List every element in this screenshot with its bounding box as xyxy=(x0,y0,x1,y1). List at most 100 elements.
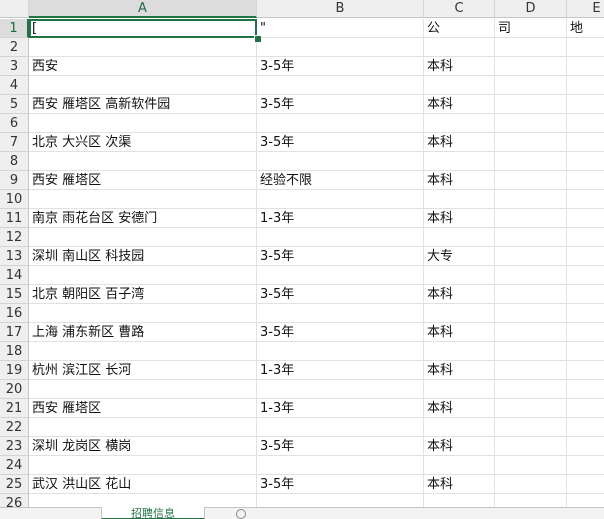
cell-e[interactable] xyxy=(567,342,604,361)
cell-b[interactable] xyxy=(257,190,424,209)
cell-e[interactable] xyxy=(567,247,604,266)
row-header[interactable]: 3 xyxy=(0,57,29,76)
cell-c[interactable] xyxy=(424,76,495,95)
cell-b[interactable]: 1-3年 xyxy=(257,209,424,228)
column-header-c[interactable]: C xyxy=(424,0,495,18)
row-header[interactable]: 16 xyxy=(0,304,29,323)
cell-e[interactable] xyxy=(567,114,604,133)
row-header[interactable]: 10 xyxy=(0,190,29,209)
cell-a[interactable] xyxy=(29,190,257,209)
row-header[interactable]: 9 xyxy=(0,171,29,190)
cell-c[interactable] xyxy=(424,418,495,437)
cell-d[interactable] xyxy=(495,38,567,57)
cell-c[interactable]: 公 xyxy=(424,19,495,38)
cell-b[interactable] xyxy=(257,266,424,285)
cell-b[interactable]: 1-3年 xyxy=(257,399,424,418)
row-header[interactable]: 20 xyxy=(0,380,29,399)
cell-c[interactable] xyxy=(424,266,495,285)
cell-e[interactable] xyxy=(567,95,604,114)
cell-e[interactable] xyxy=(567,418,604,437)
row-header[interactable]: 12 xyxy=(0,228,29,247)
cell-e[interactable]: 地 xyxy=(567,19,604,38)
row-header[interactable]: 2 xyxy=(0,38,29,57)
row-header[interactable]: 11 xyxy=(0,209,29,228)
cell-b[interactable]: 3-5年 xyxy=(257,95,424,114)
cell-e[interactable] xyxy=(567,304,604,323)
cell-c[interactable] xyxy=(424,304,495,323)
cell-d[interactable] xyxy=(495,285,567,304)
cell-d[interactable] xyxy=(495,456,567,475)
cell-d[interactable] xyxy=(495,114,567,133)
cell-b[interactable] xyxy=(257,152,424,171)
cell-a[interactable]: 南京 雨花台区 安德门 xyxy=(29,209,257,228)
cell-a[interactable]: 西安 xyxy=(29,57,257,76)
row-header[interactable]: 8 xyxy=(0,152,29,171)
cell-d[interactable]: 司 xyxy=(495,19,567,38)
row-header[interactable]: 5 xyxy=(0,95,29,114)
cell-e[interactable] xyxy=(567,361,604,380)
cell-a[interactable] xyxy=(29,114,257,133)
row-header[interactable]: 21 xyxy=(0,399,29,418)
fill-handle[interactable] xyxy=(254,35,262,43)
cell-d[interactable] xyxy=(495,133,567,152)
cell-b[interactable]: 3-5年 xyxy=(257,247,424,266)
cell-b[interactable]: 1-3年 xyxy=(257,361,424,380)
cell-c[interactable]: 本科 xyxy=(424,475,495,494)
cell-e[interactable] xyxy=(567,437,604,456)
cell-b[interactable]: 3-5年 xyxy=(257,57,424,76)
cell-c[interactable]: 本科 xyxy=(424,95,495,114)
cell-a[interactable]: 西安 雁塔区 高新软件园 xyxy=(29,95,257,114)
cell-c[interactable] xyxy=(424,456,495,475)
cell-e[interactable] xyxy=(567,133,604,152)
column-header-d[interactable]: D xyxy=(495,0,567,18)
row-header[interactable]: 4 xyxy=(0,76,29,95)
cell-c[interactable]: 本科 xyxy=(424,133,495,152)
cell-a[interactable]: 西安 雁塔区 xyxy=(29,399,257,418)
cell-e[interactable] xyxy=(567,456,604,475)
row-header[interactable]: 17 xyxy=(0,323,29,342)
cell-d[interactable] xyxy=(495,304,567,323)
row-header[interactable]: 7 xyxy=(0,133,29,152)
cell-a[interactable]: 杭州 滨江区 长河 xyxy=(29,361,257,380)
cell-a[interactable]: [ xyxy=(29,19,257,38)
cell-d[interactable] xyxy=(495,171,567,190)
cell-c[interactable]: 本科 xyxy=(424,437,495,456)
cell-b[interactable] xyxy=(257,456,424,475)
cell-d[interactable] xyxy=(495,399,567,418)
cell-e[interactable] xyxy=(567,266,604,285)
cell-c[interactable]: 本科 xyxy=(424,171,495,190)
row-header[interactable]: 19 xyxy=(0,361,29,380)
cell-e[interactable] xyxy=(567,152,604,171)
cell-b[interactable] xyxy=(257,342,424,361)
cell-c[interactable] xyxy=(424,380,495,399)
cell-b[interactable] xyxy=(257,304,424,323)
cell-e[interactable] xyxy=(567,285,604,304)
cell-c[interactable] xyxy=(424,190,495,209)
cell-b[interactable]: 3-5年 xyxy=(257,285,424,304)
cell-e[interactable] xyxy=(567,171,604,190)
row-header[interactable]: 6 xyxy=(0,114,29,133)
cell-d[interactable] xyxy=(495,228,567,247)
cell-a[interactable]: 深圳 南山区 科技园 xyxy=(29,247,257,266)
cell-c[interactable]: 本科 xyxy=(424,285,495,304)
row-header[interactable]: 15 xyxy=(0,285,29,304)
cell-b[interactable] xyxy=(257,76,424,95)
cell-d[interactable] xyxy=(495,342,567,361)
cell-b[interactable] xyxy=(257,418,424,437)
column-header-a[interactable]: A xyxy=(29,0,257,18)
cell-c[interactable]: 本科 xyxy=(424,57,495,76)
cell-b[interactable]: 3-5年 xyxy=(257,475,424,494)
cell-e[interactable] xyxy=(567,76,604,95)
cell-b[interactable]: 3-5年 xyxy=(257,133,424,152)
row-header[interactable]: 1 xyxy=(0,19,29,38)
row-header[interactable]: 23 xyxy=(0,437,29,456)
cell-e[interactable] xyxy=(567,399,604,418)
cell-c[interactable] xyxy=(424,38,495,57)
cell-a[interactable] xyxy=(29,456,257,475)
cell-e[interactable] xyxy=(567,228,604,247)
cell-b[interactable]: 3-5年 xyxy=(257,437,424,456)
cell-d[interactable] xyxy=(495,437,567,456)
cell-a[interactable]: 西安 雁塔区 xyxy=(29,171,257,190)
cell-b[interactable]: 经验不限 xyxy=(257,171,424,190)
cell-a[interactable] xyxy=(29,418,257,437)
